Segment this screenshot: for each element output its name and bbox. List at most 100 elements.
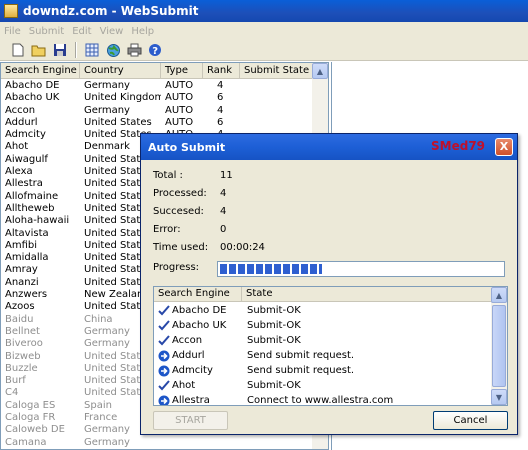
cell-engine: Alltheweb (5, 202, 55, 214)
status-cell-state: Submit-OK (247, 320, 301, 331)
status-cell-state: Send submit request. (247, 365, 355, 376)
toolbar-separator (75, 42, 77, 58)
window-title: downdz.com - WebSubmit (23, 4, 199, 18)
cell-state (240, 92, 313, 104)
status-cell-state: Submit-OK (247, 380, 301, 391)
cell-engine: Admcity (5, 129, 46, 141)
arrow-icon (157, 350, 170, 362)
status-cell-engine: Ahot (154, 380, 242, 391)
cell-engine: Caloga ES (5, 399, 56, 411)
status-engine-label: Allestra (172, 395, 210, 406)
new-icon[interactable] (10, 42, 26, 58)
stat-error-value: 0 (220, 224, 227, 235)
cell-engine: Ananzi (5, 276, 39, 288)
print-icon[interactable] (126, 42, 142, 58)
scroll-up-button[interactable]: ▲ (491, 287, 507, 303)
cell-rank: 4 (217, 80, 224, 91)
cell-engine: Addurl (5, 116, 38, 128)
status-engine-label: Ahot (172, 380, 196, 391)
status-engine-label: Addurl (172, 350, 205, 361)
table-row[interactable]: Accon Germany AUTO 4 (1, 105, 313, 117)
status-row[interactable]: Ahot Submit-OK (154, 378, 491, 393)
cell-engine: Allofmaine (5, 190, 59, 202)
dialog-title: Auto Submit (148, 140, 226, 154)
menu-submit[interactable]: Submit (29, 26, 64, 37)
globe-icon[interactable] (105, 42, 121, 58)
table-row[interactable]: Addurl United States AUTO 6 (1, 117, 313, 129)
watermark: SMed79 (431, 139, 486, 153)
scroll-thumb[interactable] (492, 305, 506, 387)
cell-type: AUTO (165, 104, 194, 116)
menu-view[interactable]: View (100, 26, 124, 37)
table-row[interactable]: Camana Germany (1, 437, 313, 449)
scroll-down-button[interactable]: ▼ (491, 389, 507, 405)
status-cell-engine: Abacho UK (154, 320, 242, 331)
status-row[interactable]: Abacho UK Submit-OK (154, 318, 491, 333)
column-search-engine[interactable]: Search Engine (154, 287, 242, 302)
cell-engine: Alexa (5, 166, 33, 178)
cell-country: United States (84, 116, 152, 128)
app-icon (4, 4, 18, 18)
status-row[interactable]: Allestra Connect to www.allestra.com (154, 393, 491, 406)
stat-processed-label: Processed: (153, 188, 207, 199)
progress-fill (220, 264, 322, 274)
cell-engine: Accon (5, 104, 36, 116)
cell-engine: Bizweb (5, 350, 41, 362)
svg-text:?: ? (152, 46, 158, 57)
cell-engine: Caloga FR (5, 412, 56, 424)
status-row[interactable]: Abacho DE Submit-OK (154, 303, 491, 318)
menu-file[interactable]: File (4, 26, 21, 37)
check-icon (157, 380, 170, 391)
status-rows: Abacho DE Submit-OK Abacho UK Submit-OK Acco… (154, 303, 491, 406)
menu-bar: File Submit Edit View Help (0, 22, 528, 40)
stat-processed-value: 4 (220, 188, 227, 199)
column-submit-state[interactable]: Submit State (240, 63, 313, 79)
status-cell-engine: Allestra (154, 395, 242, 406)
status-cell-state: Submit-OK (247, 305, 301, 316)
status-cell-engine: Admcity (154, 365, 242, 377)
scroll-up-button[interactable]: ▲ (312, 63, 328, 79)
table-row[interactable]: Abacho DE Germany AUTO 4 (1, 80, 313, 92)
status-engine-label: Accon (172, 335, 203, 346)
status-row[interactable]: Admcity Send submit request. (154, 363, 491, 378)
status-cell-state: Submit-OK (247, 335, 301, 346)
cell-engine: Biveroo (5, 338, 43, 350)
grid-icon[interactable] (84, 42, 100, 58)
dialog-title-bar[interactable]: Auto Submit SMed79 X (141, 134, 517, 160)
status-cell-engine: Addurl (154, 350, 242, 362)
column-type[interactable]: Type (161, 63, 203, 79)
status-row[interactable]: Addurl Send submit request. (154, 348, 491, 363)
cell-engine: Bellnet (5, 325, 40, 337)
help-icon[interactable]: ? (147, 42, 163, 58)
column-country[interactable]: Country (80, 63, 161, 79)
start-button[interactable]: START (153, 411, 228, 430)
cell-engine: Allestra (5, 178, 43, 190)
open-icon[interactable] (31, 42, 47, 58)
status-engine-label: Admcity (172, 365, 213, 376)
auto-submit-dialog: Auto Submit SMed79 X Total : 11 Processe… (140, 133, 518, 435)
status-scrollbar[interactable]: ▲ ▼ (491, 287, 507, 405)
menu-help[interactable]: Help (131, 26, 154, 37)
cell-state (240, 105, 313, 117)
status-cell-engine: Accon (154, 335, 242, 346)
column-rank[interactable]: Rank (203, 63, 240, 79)
stat-succeeded-value: 4 (220, 206, 227, 217)
close-button[interactable]: X (495, 138, 513, 156)
submit-status-list[interactable]: Search Engine State Abacho DE Submit-OK Ab… (153, 286, 508, 406)
cancel-button[interactable]: Cancel (433, 411, 508, 430)
menu-edit[interactable]: Edit (72, 26, 91, 37)
column-search-engine[interactable]: Search Engine (1, 63, 80, 79)
table-row[interactable]: Abacho UK United Kingdom AUTO 6 (1, 92, 313, 104)
status-row[interactable]: Accon Submit-OK (154, 333, 491, 348)
stat-succeeded-label: Succesed: (153, 206, 204, 217)
cell-engine: Altavista (5, 227, 49, 239)
cell-type (161, 437, 203, 449)
cell-engine: Aloha-hawaii (5, 215, 70, 227)
column-state[interactable]: State (242, 287, 491, 302)
progress-label: Progress: (153, 262, 200, 273)
save-icon[interactable] (52, 42, 68, 58)
cell-engine: Baidu (5, 313, 34, 325)
cell-engine: Anzwers (5, 289, 48, 301)
check-icon (157, 335, 170, 346)
cell-type: AUTO (165, 92, 194, 104)
